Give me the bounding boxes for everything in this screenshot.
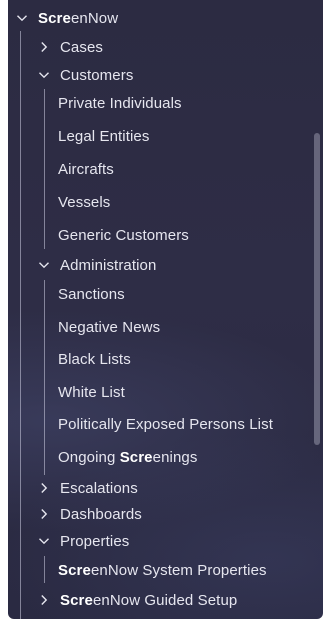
tree-item-label: Properties: [60, 532, 130, 550]
tree-item-administration[interactable]: Administration: [38, 253, 156, 277]
tree-item-label: Administration: [60, 256, 157, 274]
vertical-scrollbar[interactable]: [314, 133, 320, 445]
tree-item-label: Escalations: [60, 479, 138, 497]
tree-item-cases[interactable]: Cases: [38, 35, 103, 59]
tree-root-screennow[interactable]: ScreenNow: [16, 5, 118, 31]
tree-guide-line: [44, 556, 45, 583]
tree-item-private-individuals[interactable]: Private Individuals: [58, 91, 182, 115]
tree-item-legal-entities[interactable]: Legal Entities: [58, 124, 149, 148]
tree-item-generic-customers[interactable]: Generic Customers: [58, 223, 189, 247]
tree-item-guided-setup[interactable]: ScreenNow Guided Setup: [38, 588, 237, 612]
tree-guide-line: [44, 89, 45, 249]
tree-item-vessels[interactable]: Vessels: [58, 190, 110, 214]
tree-item-pep-list[interactable]: Politically Exposed Persons List: [58, 412, 273, 436]
tree-item-aircrafts[interactable]: Aircrafts: [58, 157, 114, 181]
chevron-down-icon[interactable]: [38, 69, 50, 81]
navigator-panel: ScreenNow Cases Customers Private Indivi…: [8, 0, 323, 619]
chevron-right-icon[interactable]: [38, 508, 50, 520]
tree-item-ongoing-screenings[interactable]: Ongoing Screenings: [58, 445, 197, 469]
tree-item-negative-news[interactable]: Negative News: [58, 315, 160, 339]
tree-item-sanctions[interactable]: Sanctions: [58, 282, 125, 306]
tree-item-dashboards[interactable]: Dashboards: [38, 502, 142, 526]
chevron-down-icon[interactable]: [16, 12, 28, 24]
tree-item-properties[interactable]: Properties: [38, 529, 129, 553]
tree-item-black-lists[interactable]: Black Lists: [58, 347, 131, 371]
tree-item-label: Customers: [60, 66, 134, 84]
tree-item-label: Dashboards: [60, 505, 142, 523]
tree-guide-line: [20, 31, 21, 619]
tree-item-white-list[interactable]: White List: [58, 380, 125, 404]
tree-guide-line: [44, 280, 45, 475]
tree-item-label: Cases: [60, 38, 104, 56]
tree-item-escalations[interactable]: Escalations: [38, 476, 138, 500]
chevron-down-icon[interactable]: [38, 259, 50, 271]
tree-root-label: ScreenNow: [38, 9, 119, 27]
tree-item-customers[interactable]: Customers: [38, 63, 133, 87]
chevron-right-icon[interactable]: [38, 482, 50, 494]
chevron-down-icon[interactable]: [38, 535, 50, 547]
chevron-right-icon[interactable]: [38, 41, 50, 53]
chevron-right-icon[interactable]: [38, 594, 50, 606]
tree-item-system-properties[interactable]: ScreenNow System Properties: [58, 558, 267, 582]
